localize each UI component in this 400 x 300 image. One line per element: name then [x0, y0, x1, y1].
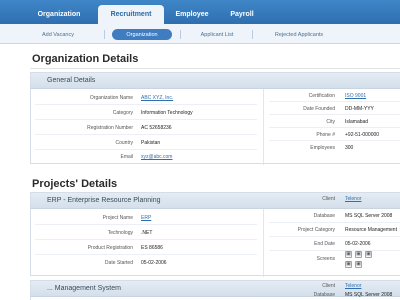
- phone-value: +92-51-000000: [345, 132, 380, 138]
- database-value: MS SQL Server 2008: [345, 213, 393, 219]
- second-project-panel: ... Management System Client Telenor Dat…: [30, 280, 400, 300]
- section-divider: [30, 68, 400, 69]
- field-label: Database: [313, 292, 335, 298]
- employees-value: 300: [345, 145, 354, 151]
- subnav-applicant-list[interactable]: Applicant List: [188, 29, 246, 40]
- city-value: Islamabad: [345, 119, 369, 125]
- row-divider: [35, 119, 257, 120]
- country-value: Pakistan: [141, 140, 161, 146]
- field-label: Project Category: [297, 227, 335, 233]
- subnav-divider: [104, 30, 105, 39]
- column-divider: [263, 89, 264, 165]
- screenshot-thumbnail-icon[interactable]: ▣: [345, 261, 352, 268]
- field-label: City: [326, 119, 335, 125]
- end-date-value: 05-02-2006: [345, 241, 371, 247]
- organization-name-value[interactable]: ABC XYZ, Inc.: [141, 95, 173, 101]
- row-divider: [35, 239, 257, 240]
- field-label: Technology: [107, 230, 133, 236]
- sub-nav: Add Vacancy Organization Applicant List …: [0, 24, 400, 44]
- field-label: Database: [313, 213, 335, 219]
- field-label: Project Name: [102, 215, 133, 221]
- field-label: Date Started: [104, 260, 133, 266]
- row-divider: [269, 101, 400, 102]
- screenshot-thumbnail-icon[interactable]: ▣: [345, 251, 352, 258]
- field-label: Country: [115, 140, 133, 146]
- column-divider: [263, 209, 264, 277]
- certification-value[interactable]: ISO 9001: [345, 93, 366, 99]
- date-founded-value: DD-MM-YYY: [345, 106, 374, 112]
- project-category-value: Resource Management: [345, 227, 397, 233]
- row-divider: [35, 104, 257, 105]
- row-divider: [269, 114, 400, 115]
- date-started-value: 05-02-2006: [141, 260, 167, 266]
- field-label: Date Founded: [303, 106, 335, 112]
- screenshot-thumbnail-icon[interactable]: ▣: [355, 251, 362, 258]
- subnav-rejected-applicants[interactable]: Rejected Applicants: [260, 29, 338, 40]
- field-label: Client: [322, 196, 335, 202]
- row-divider: [35, 224, 257, 225]
- projects-details-heading: Projects' Details: [32, 178, 118, 190]
- field-label: Category: [112, 110, 133, 116]
- project-name-value[interactable]: ERP: [141, 215, 151, 221]
- client-value[interactable]: Telenor: [345, 196, 361, 202]
- subnav-divider: [252, 30, 253, 39]
- field-label: Employees: [310, 145, 335, 151]
- product-registration-value: ES 86586: [141, 245, 163, 251]
- tab-organization[interactable]: Organization: [30, 5, 88, 24]
- client-value[interactable]: Telenor: [345, 283, 361, 289]
- subnav-add-vacancy[interactable]: Add Vacancy: [28, 29, 88, 40]
- erp-project-panel: ERP - Enterprise Resource Planning Proje…: [30, 192, 400, 277]
- main-tab-bar: Organization Recruitment Employee Payrol…: [0, 0, 400, 24]
- tab-employee[interactable]: Employee: [170, 5, 214, 24]
- field-label: Certification: [308, 93, 335, 99]
- general-details-panel: General Details Organization Name ABC XY…: [30, 72, 400, 165]
- subnav-divider: [180, 30, 181, 39]
- row-divider: [35, 149, 257, 150]
- category-value: Information Technology: [141, 110, 193, 116]
- general-details-header: General Details: [31, 73, 400, 89]
- row-divider: [35, 254, 257, 255]
- database-value: MS SQL Server 2008: [345, 292, 393, 298]
- row-divider: [269, 127, 400, 128]
- field-label: Organization Name: [89, 95, 133, 101]
- row-divider: [269, 140, 400, 141]
- field-label: End Date: [314, 241, 335, 247]
- field-label: Product Registration: [87, 245, 133, 251]
- field-label: Screens: [316, 256, 335, 262]
- technology-value: .NET: [141, 230, 153, 236]
- email-value[interactable]: xyz@abc.com: [141, 154, 172, 160]
- row-divider: [269, 250, 400, 251]
- screenshot-thumbnail-icon[interactable]: ▣: [355, 261, 362, 268]
- tab-recruitment[interactable]: Recruitment: [98, 5, 164, 24]
- registration-number-value: AC 52658236: [141, 125, 172, 131]
- field-label: Phone #: [316, 132, 335, 138]
- field-label: Email: [120, 154, 133, 160]
- field-label: Client: [322, 283, 335, 289]
- row-divider: [35, 134, 257, 135]
- row-divider: [269, 236, 400, 237]
- subnav-organization[interactable]: Organization: [112, 29, 172, 40]
- screenshot-thumbnail-icon[interactable]: ▣: [365, 251, 372, 258]
- organization-details-heading: Organization Details: [32, 53, 139, 65]
- tab-payroll[interactable]: Payroll: [222, 5, 262, 24]
- field-label: Registration Number: [87, 125, 133, 131]
- row-divider: [269, 222, 400, 223]
